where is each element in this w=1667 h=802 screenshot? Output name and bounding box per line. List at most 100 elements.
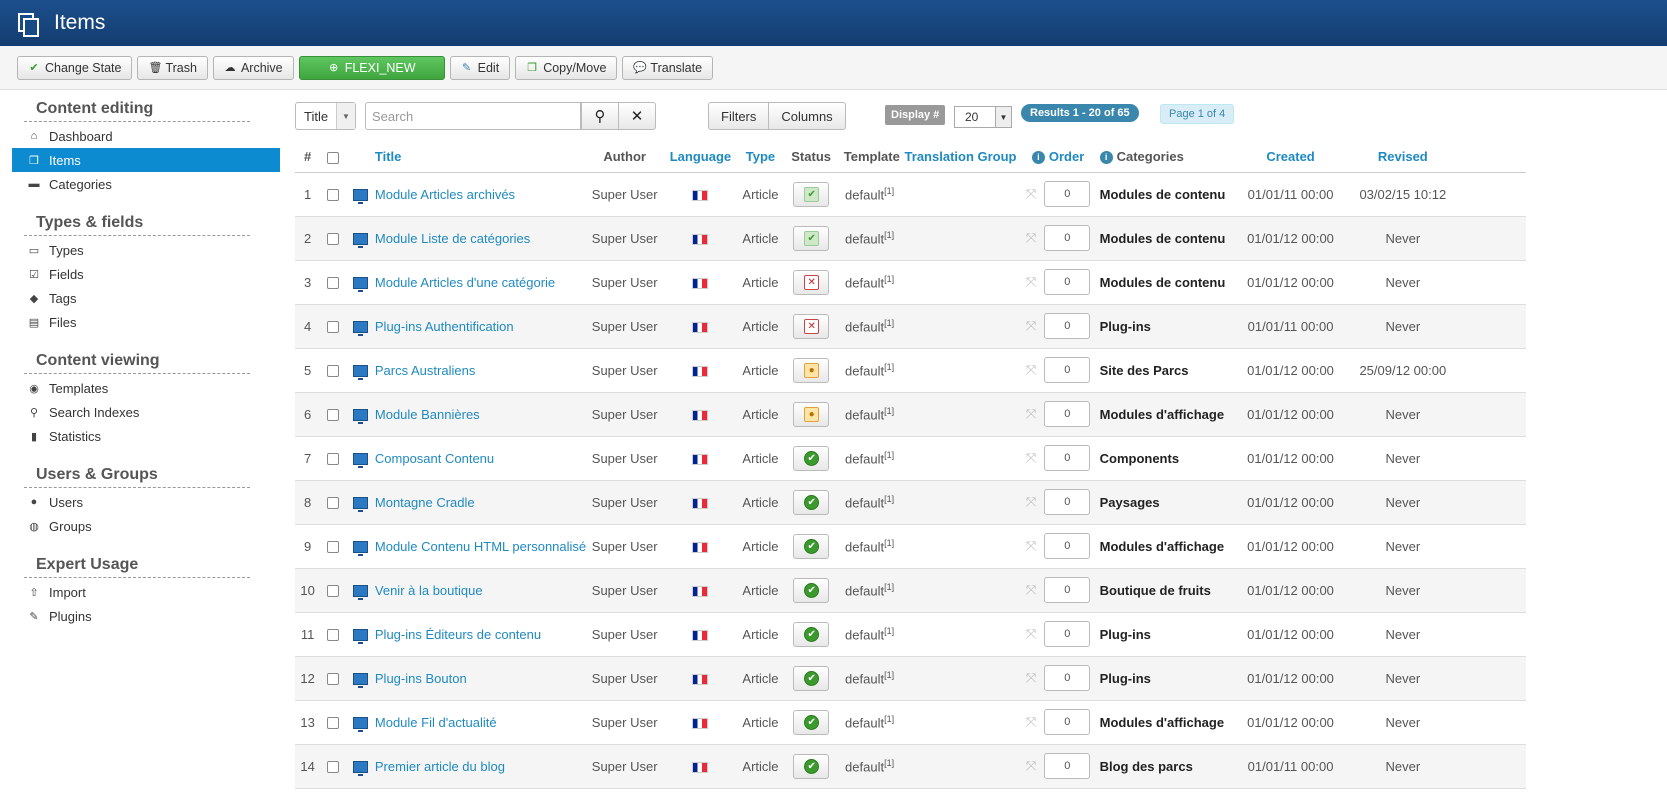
search-button[interactable]: ⚲ (581, 102, 619, 130)
monitor-icon[interactable] (353, 189, 369, 205)
order-input[interactable]: 0 (1044, 225, 1091, 251)
drag-handle-icon[interactable]: ⤧ (1026, 538, 1036, 554)
drag-handle-icon[interactable]: ⤧ (1026, 494, 1036, 510)
item-title-link[interactable]: Plug-ins Authentification (374, 304, 587, 349)
display-count-select[interactable]: 20 ▼ (954, 106, 1012, 128)
order-input[interactable]: 0 (1044, 313, 1091, 339)
sidebar-item-categories[interactable]: ▬ Categories (12, 172, 280, 196)
order-input[interactable]: 0 (1044, 533, 1091, 559)
monitor-icon[interactable] (353, 233, 369, 249)
order-input[interactable]: 0 (1044, 357, 1091, 383)
monitor-icon[interactable] (353, 277, 369, 293)
new-button[interactable]: ⊕ FLEXI_NEW (298, 55, 445, 80)
monitor-icon[interactable] (353, 761, 369, 777)
copy-move-button[interactable]: ❐ Copy/Move (515, 55, 618, 80)
monitor-icon[interactable] (353, 453, 369, 469)
sidebar-item-fields[interactable]: ☑ Fields (12, 262, 280, 286)
item-title-link[interactable]: Module Contenu HTML personnalisé (374, 524, 587, 569)
sidebar-item-items[interactable]: ❐ Items (12, 148, 280, 172)
item-title-link[interactable]: Venir à la boutique (374, 568, 587, 613)
status-toggle-button[interactable]: ✔ (793, 533, 830, 559)
order-input[interactable]: 0 (1044, 445, 1091, 471)
status-toggle-button[interactable]: ✔ (793, 577, 830, 603)
status-toggle-button[interactable]: ✕ (793, 269, 830, 295)
row-checkbox[interactable] (327, 277, 340, 290)
item-title-link[interactable]: Premier article du blog (374, 744, 587, 789)
item-title-link[interactable]: Module Articles archivés (374, 172, 587, 217)
status-toggle-button[interactable]: ✔ (793, 753, 830, 779)
filters-button[interactable]: Filters (708, 102, 770, 130)
sidebar-item-users[interactable]: ● Users (12, 490, 280, 514)
archive-button[interactable]: ☁ Archive (212, 55, 294, 80)
status-toggle-button[interactable]: ✔ (793, 445, 830, 471)
order-input[interactable]: 0 (1044, 709, 1091, 735)
monitor-icon[interactable] (353, 409, 369, 425)
monitor-icon[interactable] (353, 497, 369, 513)
order-input[interactable]: 0 (1044, 489, 1091, 515)
col-created[interactable]: Created (1225, 142, 1356, 173)
drag-handle-icon[interactable]: ⤧ (1026, 362, 1036, 378)
drag-handle-icon[interactable]: ⤧ (1026, 186, 1036, 202)
row-checkbox[interactable] (327, 409, 340, 422)
row-checkbox[interactable] (327, 365, 340, 378)
item-title-link[interactable]: Montagne Cradle (374, 480, 587, 525)
order-input[interactable]: 0 (1044, 401, 1091, 427)
item-title-link[interactable]: Module Fil d'actualité (374, 700, 587, 745)
row-checkbox[interactable] (327, 541, 340, 554)
drag-handle-icon[interactable]: ⤧ (1026, 582, 1036, 598)
status-toggle-button[interactable]: ✕ (793, 313, 830, 339)
status-toggle-button[interactable]: ● (793, 401, 830, 427)
order-input[interactable]: 0 (1044, 665, 1091, 691)
clear-search-button[interactable]: ✕ (618, 102, 656, 130)
sidebar-item-templates[interactable]: ◉ Templates (12, 376, 280, 400)
row-checkbox[interactable] (327, 585, 340, 598)
monitor-icon[interactable] (353, 629, 369, 645)
col-type[interactable]: Type (737, 142, 784, 173)
sidebar-item-files[interactable]: ▤ Files (12, 310, 280, 334)
sidebar-item-tags[interactable]: ◆ Tags (12, 286, 280, 310)
item-title-link[interactable]: Composant Contenu (374, 436, 587, 481)
row-checkbox[interactable] (327, 233, 340, 246)
col-title[interactable]: Title (374, 142, 587, 173)
order-input[interactable]: 0 (1044, 621, 1091, 647)
drag-handle-icon[interactable]: ⤧ (1026, 626, 1036, 642)
drag-handle-icon[interactable]: ⤧ (1026, 450, 1036, 466)
item-title-link[interactable]: Module Bannières (374, 392, 587, 437)
order-input[interactable]: 0 (1044, 753, 1091, 779)
sidebar-item-groups[interactable]: ◍ Groups (12, 514, 280, 538)
row-checkbox[interactable] (327, 497, 340, 510)
monitor-icon[interactable] (353, 673, 369, 689)
drag-handle-icon[interactable]: ⤧ (1026, 758, 1036, 774)
drag-handle-icon[interactable]: ⤧ (1026, 274, 1036, 290)
col-translation-group[interactable]: Translation Group (904, 142, 1017, 173)
monitor-icon[interactable] (353, 321, 369, 337)
columns-button[interactable]: Columns (769, 102, 846, 130)
trash-button[interactable]: 🗑 Trash (137, 55, 208, 80)
monitor-icon[interactable] (353, 585, 369, 601)
status-toggle-button[interactable]: ● (793, 357, 830, 383)
item-title-link[interactable]: Plug-ins Bouton (374, 656, 587, 701)
drag-handle-icon[interactable]: ⤧ (1026, 230, 1036, 246)
item-title-link[interactable]: Module Liste de catégories (374, 216, 587, 261)
search-field-select[interactable]: Title ▼ (295, 102, 356, 130)
sidebar-item-import[interactable]: ⇧ Import (12, 580, 280, 604)
translate-button[interactable]: 💬 Translate (622, 55, 714, 80)
sidebar-item-statistics[interactable]: ▮ Statistics (12, 424, 280, 448)
sidebar-item-dashboard[interactable]: ⌂ Dashboard (12, 124, 280, 148)
order-input[interactable]: 0 (1044, 181, 1091, 207)
row-checkbox[interactable] (327, 453, 340, 466)
select-all-checkbox[interactable] (327, 151, 340, 164)
row-checkbox[interactable] (327, 761, 340, 774)
sidebar-item-search-indexes[interactable]: ⚲ Search Indexes (12, 400, 280, 424)
drag-handle-icon[interactable]: ⤧ (1026, 670, 1036, 686)
row-checkbox[interactable] (327, 321, 340, 334)
drag-handle-icon[interactable]: ⤧ (1026, 406, 1036, 422)
drag-handle-icon[interactable]: ⤧ (1026, 714, 1036, 730)
sidebar-item-types[interactable]: ▭ Types (12, 238, 280, 262)
status-toggle-button[interactable]: ✔ (793, 621, 830, 647)
row-checkbox[interactable] (327, 673, 340, 686)
row-checkbox[interactable] (327, 189, 340, 202)
monitor-icon[interactable] (353, 541, 369, 557)
status-toggle-button[interactable]: ✔ (793, 489, 830, 515)
col-revised[interactable]: Revised (1355, 142, 1450, 173)
